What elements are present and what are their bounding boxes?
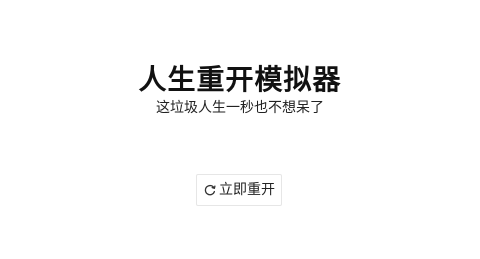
- restart-button[interactable]: 立即重开: [196, 174, 282, 206]
- restart-button-label: 立即重开: [219, 182, 275, 198]
- page-title: 人生重开模拟器: [138, 63, 342, 96]
- page-subtitle: 这垃圾人生一秒也不想呆了: [156, 100, 324, 116]
- page: 人生重开模拟器 这垃圾人生一秒也不想呆了 立即重开: [0, 0, 480, 259]
- refresh-icon: [203, 183, 217, 197]
